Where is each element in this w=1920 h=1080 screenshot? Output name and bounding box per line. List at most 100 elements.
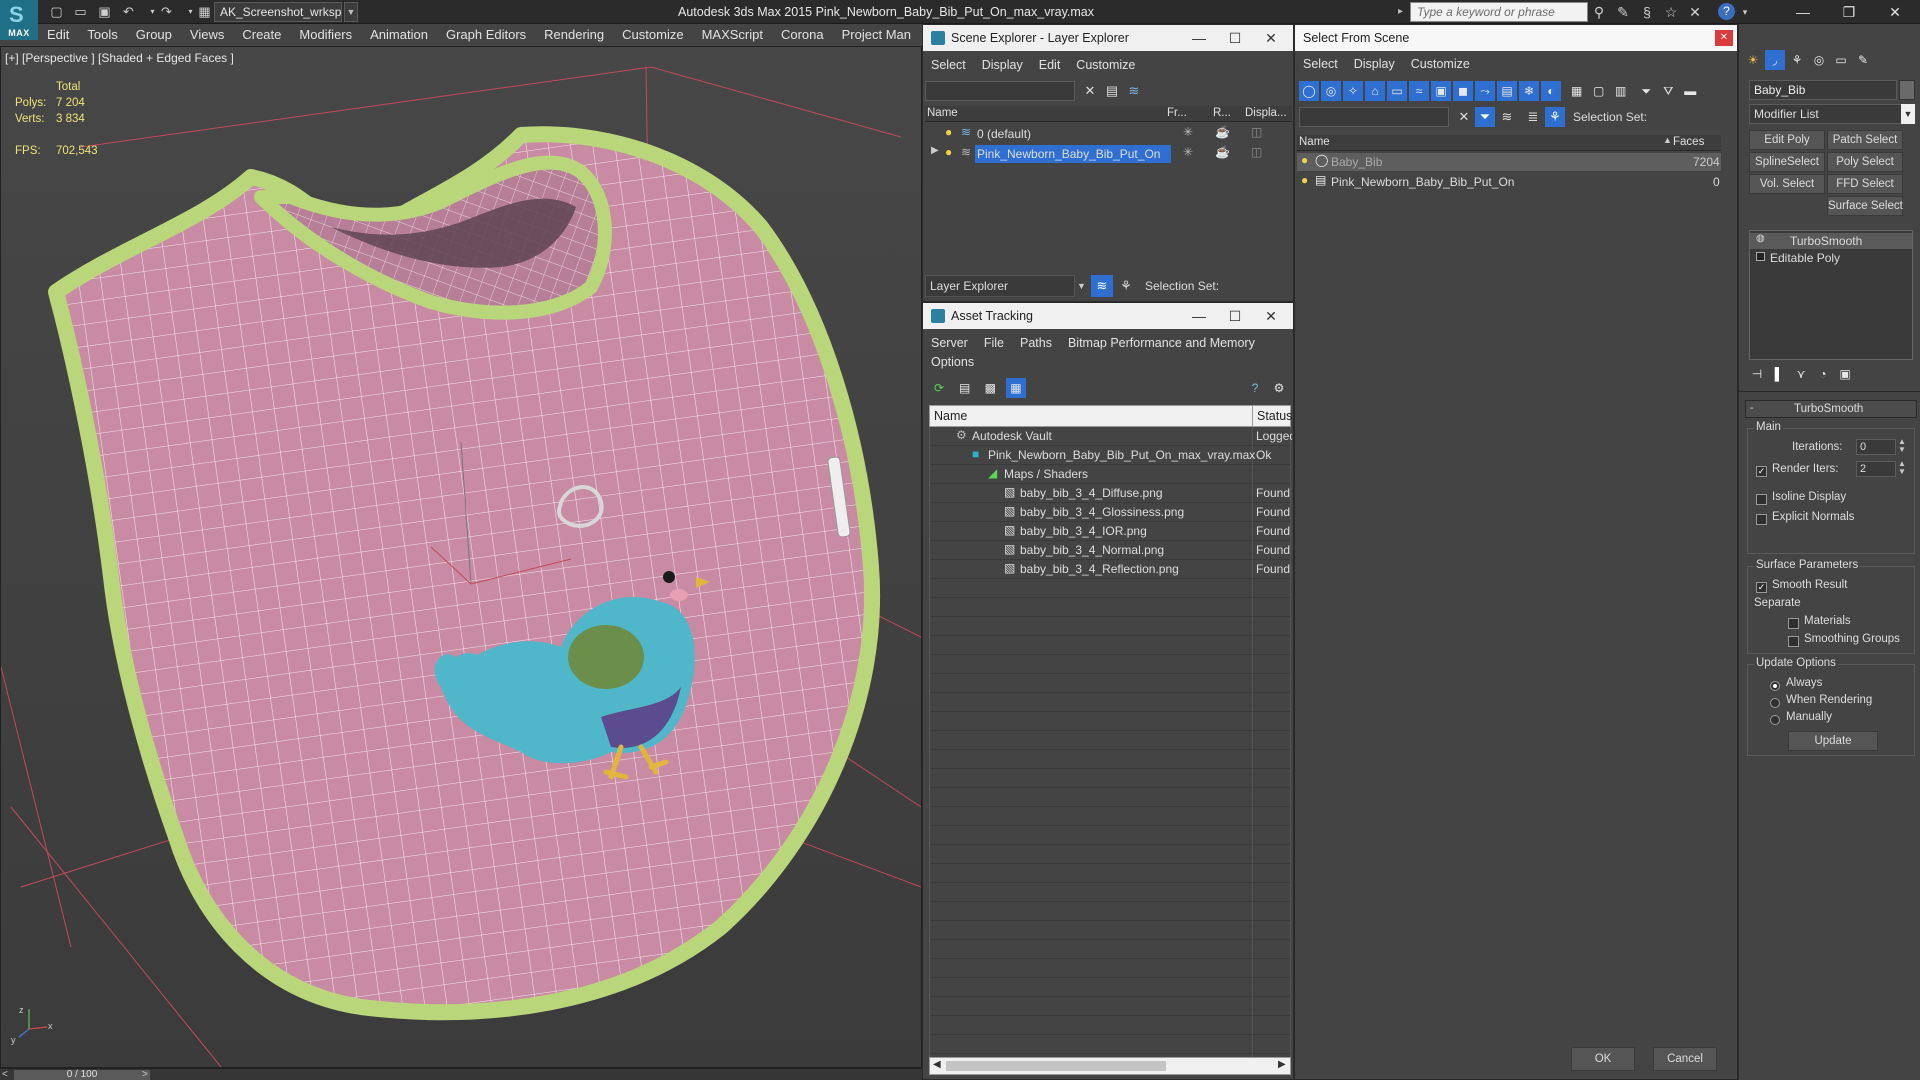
object-row[interactable]: ● ◯ Baby_Bib 7204 xyxy=(1297,153,1721,171)
modify-tab-icon[interactable]: ◞ xyxy=(1765,50,1785,70)
layer-row[interactable]: ▶ ● ≋ Pink_Newborn_Baby_Bib_Put_On ✳ ☕ ◫ xyxy=(925,145,1292,163)
filter-warps-icon[interactable]: ≈ xyxy=(1409,81,1429,101)
se-menu-display[interactable]: Display xyxy=(974,54,1031,76)
motion-tab-icon[interactable]: ◎ xyxy=(1809,50,1829,70)
select-from-scene-titlebar[interactable]: Select From Scene ✕ xyxy=(1295,25,1737,51)
at-menu-bitmap[interactable]: Bitmap Performance and Memory xyxy=(1060,332,1263,354)
time-slider[interactable]: 0 / 100 xyxy=(14,1070,150,1080)
keyword-search-input[interactable]: Type a keyword or phrase xyxy=(1410,2,1588,22)
utilities-tab-icon[interactable]: ✎ xyxy=(1853,50,1873,70)
maximize-icon[interactable]: ☐ xyxy=(1217,25,1253,51)
visible-icon[interactable]: ● xyxy=(1301,173,1308,187)
cancel-button[interactable]: Cancel xyxy=(1653,1047,1717,1071)
asset-row[interactable]: ▧ baby_bib_3_4_Reflection.png Found xyxy=(930,560,1292,579)
iterations-spinner[interactable]: 0 xyxy=(1856,439,1896,455)
spinner-arrows-icon[interactable]: ▲ ▼ xyxy=(1898,438,1906,454)
layer-stack-icon[interactable]: ≋ xyxy=(1497,107,1517,127)
filter-cameras-icon[interactable]: ⌂ xyxy=(1365,81,1385,101)
hierarchy-icon[interactable]: ⚘ xyxy=(1115,275,1137,297)
asset-row[interactable]: ■ Pink_Newborn_Baby_Bib_Put_On_max_vray.… xyxy=(930,446,1292,465)
filter-icon[interactable]: ⏷ xyxy=(1475,107,1495,127)
perspective-viewport[interactable]: [+] [Perspective ] [Shaded + Edged Faces… xyxy=(0,46,922,1068)
col-name[interactable]: Name xyxy=(1299,136,1330,148)
col-display[interactable]: Displa... xyxy=(1245,107,1287,119)
menu-graph-editors[interactable]: Graph Editors xyxy=(437,24,535,46)
scroll-thumb[interactable] xyxy=(946,1061,1166,1071)
close-icon[interactable]: ✕ xyxy=(1715,30,1733,46)
render-iters-spinner[interactable]: 2 xyxy=(1856,461,1896,477)
object-row[interactable]: ● ▤ Pink_Newborn_Baby_Bib_Put_On 0 xyxy=(1297,173,1721,191)
create-tab-icon[interactable]: ☀ xyxy=(1743,50,1763,70)
smoothing-groups-checkbox[interactable] xyxy=(1788,633,1799,648)
asset-row[interactable]: ▧ baby_bib_3_4_Normal.png Found xyxy=(930,541,1292,560)
hierarchy-filter-icon[interactable]: ⛛ xyxy=(1658,81,1678,101)
clear-search-icon[interactable]: ✕ xyxy=(1081,81,1099,101)
modifier-list-dropdown[interactable]: Modifier List xyxy=(1749,104,1913,124)
when-rendering-radio[interactable] xyxy=(1770,694,1780,709)
close-button[interactable]: ✕ xyxy=(1872,0,1918,24)
new-file-icon[interactable]: ▢ xyxy=(48,3,65,20)
clear-search-icon[interactable]: ✕ xyxy=(1455,107,1473,127)
display-all-icon[interactable]: ▦ xyxy=(1567,81,1587,101)
chevron-down-icon[interactable]: ▼ xyxy=(344,2,358,22)
sort-filter-icon[interactable]: ⏷ xyxy=(1636,81,1656,101)
render-iters-checkbox[interactable]: ✓ xyxy=(1756,463,1767,478)
configure-sets-icon[interactable]: ▣ xyxy=(1835,364,1855,384)
sfs-search-input[interactable] xyxy=(1299,107,1449,127)
search-expand-icon[interactable]: ▸ xyxy=(1398,2,1408,22)
freeze-icon[interactable]: ✳ xyxy=(1183,145,1193,159)
layer-view-icon[interactable]: ≣ xyxy=(1523,107,1543,127)
scroll-right-icon[interactable]: ▶ xyxy=(1278,1059,1286,1070)
vol-select-button[interactable]: Vol. Select xyxy=(1749,174,1825,194)
layer-explorer-toggle-icon[interactable]: ≋ xyxy=(1091,275,1113,297)
minimize-icon[interactable]: — xyxy=(1181,25,1217,51)
restore-button[interactable]: ❐ xyxy=(1826,0,1872,24)
menu-rendering[interactable]: Rendering xyxy=(535,24,613,46)
filter-hidden-icon[interactable]: ◐ xyxy=(1541,81,1561,101)
time-slider-bar[interactable]: < 0 / 100 > xyxy=(0,1068,922,1080)
display-tab-icon[interactable]: ▭ xyxy=(1831,50,1851,70)
smooth-result-checkbox[interactable]: ✓ xyxy=(1756,579,1767,594)
spline-select-button[interactable]: SplineSelect xyxy=(1749,152,1825,172)
se-menu-edit[interactable]: Edit xyxy=(1031,54,1069,76)
visible-icon[interactable]: ● xyxy=(1301,153,1308,167)
asset-row[interactable]: ▧ baby_bib_3_4_Diffuse.png Found xyxy=(930,484,1292,503)
thumbnail-view-icon[interactable]: ▩ xyxy=(980,378,1000,398)
scene-explorer-titlebar[interactable]: Scene Explorer - Layer Explorer — ☐ ✕ xyxy=(923,25,1293,51)
pin-stack-icon[interactable]: ⊣ xyxy=(1747,364,1767,384)
filter-shapes-icon[interactable]: ◎ xyxy=(1321,81,1341,101)
filter-containers-icon[interactable]: ▤ xyxy=(1497,81,1517,101)
hierarchy-tab-icon[interactable]: ⚘ xyxy=(1787,50,1807,70)
help-dropdown-icon[interactable]: ▾ xyxy=(1736,3,1754,21)
close-icon[interactable]: ✕ xyxy=(1253,303,1289,329)
manually-radio[interactable] xyxy=(1770,711,1780,726)
expand-arrow-icon[interactable]: ▶ xyxy=(931,145,939,156)
layer-on-icon[interactable]: ● xyxy=(945,145,952,159)
undo-icon[interactable]: ↶ xyxy=(120,3,137,20)
explicit-normals-checkbox[interactable] xyxy=(1756,511,1767,526)
menu-animation[interactable]: Animation xyxy=(361,24,437,46)
table-view-icon[interactable]: ▦ xyxy=(1005,378,1026,398)
workspace-dropdown[interactable]: AK_Screenshot_wrksp xyxy=(214,2,342,22)
filter-bones-icon[interactable]: ⤳ xyxy=(1475,81,1495,101)
object-name-field[interactable]: Baby_Bib xyxy=(1749,80,1897,100)
col-name[interactable]: Name xyxy=(934,409,967,423)
menu-edit[interactable]: Edit xyxy=(38,24,78,46)
help-icon[interactable]: ? xyxy=(1245,378,1265,398)
asset-tracking-titlebar[interactable]: Asset Tracking — ☐ ✕ xyxy=(923,303,1293,329)
stack-item[interactable]: ◍ TurboSmooth xyxy=(1750,233,1912,249)
render-teapot-icon[interactable]: ☕ xyxy=(1215,125,1230,139)
col-status[interactable]: Status xyxy=(1257,409,1292,423)
col-freeze[interactable]: Fr... xyxy=(1167,107,1187,119)
project-folder-icon[interactable]: ▦ xyxy=(196,3,213,20)
settings-icon[interactable]: ⚙ xyxy=(1269,378,1289,398)
asset-row[interactable]: ◢ Maps / Shaders xyxy=(930,465,1292,484)
col-render[interactable]: R... xyxy=(1213,107,1231,119)
time-next-button[interactable]: > xyxy=(142,1069,152,1080)
filter-lights-icon[interactable]: ✧ xyxy=(1343,81,1363,101)
sfs-menu-display[interactable]: Display xyxy=(1346,53,1403,75)
time-prev-button[interactable]: < xyxy=(2,1069,12,1080)
remove-modifier-icon[interactable]: ◔ xyxy=(1813,364,1833,384)
show-end-result-icon[interactable]: ▌ xyxy=(1769,364,1789,384)
freeze-icon[interactable]: ✳ xyxy=(1183,125,1193,139)
